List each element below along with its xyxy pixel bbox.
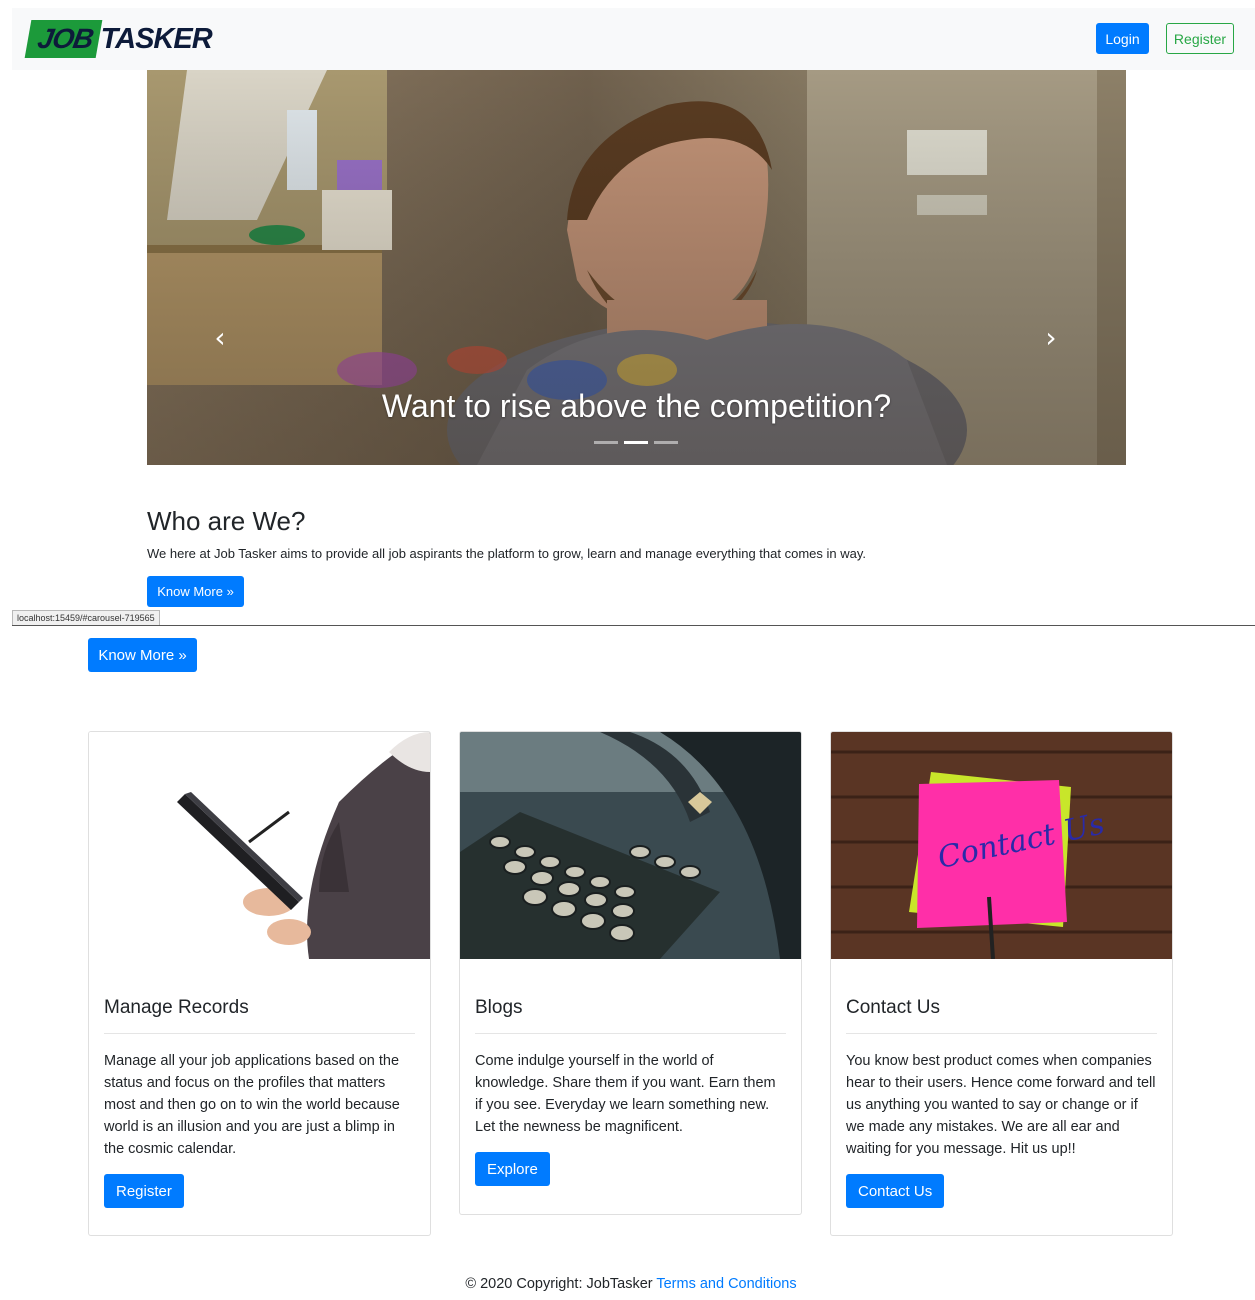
- footer-copyright: © 2020 Copyright: JobTasker: [465, 1276, 657, 1292]
- jobtasker-logo[interactable]: JOB TASKER: [24, 18, 213, 60]
- carousel-indicator-3[interactable]: [654, 441, 678, 444]
- section-divider: [12, 625, 1255, 626]
- card-text: Manage all your job applications based o…: [104, 1053, 400, 1157]
- card-title: Blogs: [475, 997, 523, 1018]
- card-image-sticky-note: Contact Us: [831, 732, 1172, 959]
- card-image-clipboard: [89, 732, 430, 959]
- logo-tasker-text: TASKER: [100, 23, 213, 55]
- card-manage-records: Manage Records Manage all your job appli…: [88, 731, 431, 1236]
- card-divider: [475, 1033, 786, 1034]
- carousel-indicator-1[interactable]: [594, 441, 618, 444]
- know-more-button[interactable]: Know More »: [147, 576, 244, 607]
- card-divider: [846, 1033, 1157, 1034]
- hero-carousel: ‹ › Want to rise above the competition?: [147, 70, 1126, 465]
- who-are-we-text: We here at Job Tasker aims to provide al…: [147, 546, 866, 561]
- carousel-caption: Want to rise above the competition?: [381, 388, 892, 424]
- know-more-button-secondary[interactable]: Know More »: [88, 638, 197, 672]
- chevron-right-icon: ›: [1045, 321, 1057, 354]
- carousel-indicators: [594, 441, 678, 444]
- chevron-left-icon: ‹: [214, 321, 226, 354]
- card-contact-button[interactable]: Contact Us: [846, 1174, 945, 1208]
- card-register-button[interactable]: Register: [104, 1174, 184, 1208]
- browser-status-url: localhost:15459/#carousel-719565: [12, 610, 160, 626]
- card-divider: [104, 1033, 415, 1034]
- card-image-typewriter: [460, 732, 801, 959]
- card-title: Manage Records: [104, 997, 249, 1018]
- card-text: You know best product comes when compani…: [846, 1053, 1156, 1157]
- carousel-indicator-2[interactable]: [624, 441, 648, 444]
- navbar: JOB TASKER Login Register: [12, 8, 1255, 70]
- card-explore-button[interactable]: Explore: [475, 1152, 550, 1186]
- logo-job-text: JOB: [24, 20, 102, 58]
- who-are-we-heading: Who are We?: [147, 506, 306, 536]
- card-title: Contact Us: [846, 997, 940, 1018]
- register-button[interactable]: Register: [1166, 23, 1234, 54]
- carousel-prev-control[interactable]: ‹: [208, 320, 232, 356]
- login-button[interactable]: Login: [1096, 23, 1149, 54]
- terms-link[interactable]: Terms and Conditions: [656, 1276, 796, 1292]
- card-text: Come indulge yourself in the world of kn…: [475, 1053, 776, 1135]
- card-contact-us: Contact Us Contact Us You know best prod…: [830, 731, 1173, 1236]
- carousel-next-control[interactable]: ›: [1039, 320, 1063, 356]
- card-blogs: Blogs Come indulge yourself in the world…: [459, 731, 802, 1215]
- footer: © 2020 Copyright: JobTasker Terms and Co…: [0, 1276, 1255, 1292]
